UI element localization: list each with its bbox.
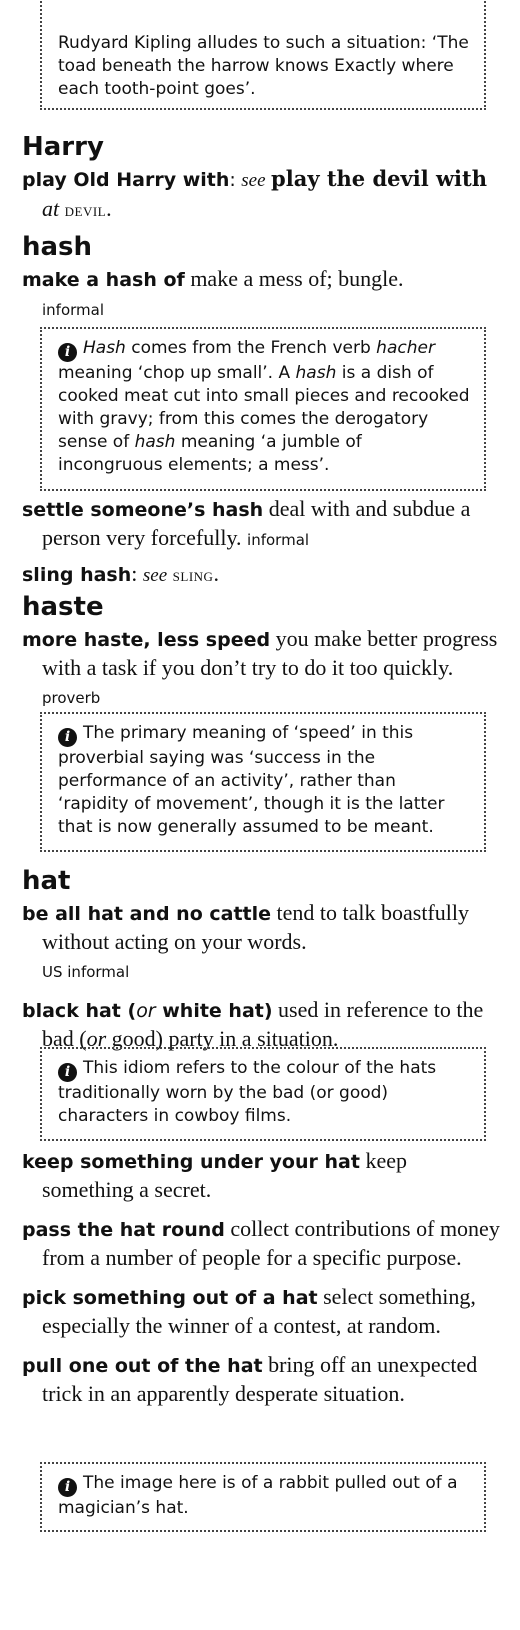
entry: more haste, less speed you make better p… [22,625,500,712]
phrase-part: white hat) [155,1000,273,1022]
usage-label: proverb [42,689,101,707]
note-hat-colour: i This idiom refers to the colour of the … [40,1047,486,1141]
or-label: or [136,1000,156,1022]
entry: pick something out of a hat select somet… [22,1283,500,1340]
entry: make a hash of make a mess of; bungle. in… [22,265,500,324]
note-text: meaning ‘chop up small’. A [58,363,296,383]
punct: . [106,196,112,221]
headword: haste [22,592,104,622]
information-icon: i [58,728,77,747]
note-italic: hash [295,363,337,383]
entry: pass the hat round collect contributions… [22,1215,500,1272]
punct: : [131,561,138,586]
note-hat-rabbit: i The image here is of a rabbit pulled ou… [40,1462,486,1532]
punct: : [229,169,236,191]
headword: hat [22,866,71,896]
note-italic: hacher [376,338,435,358]
information-icon: i [58,343,77,362]
idiom-phrase: sling hash [22,564,132,586]
usage-label: informal [247,531,310,549]
section-haste: haste more haste, less speed you make be… [22,591,500,712]
section-hat: hat be all hat and no cattle tend to tal… [22,865,500,1053]
idiom-phrase: play Old Harry with [22,169,230,191]
note-text: This idiom refers to the colour of the h… [58,1058,437,1126]
entry: play Old Harry with: see play the devil … [22,165,500,225]
section-hash: hash make a hash of make a mess of; bung… [22,231,500,324]
entry: black hat (or white hat) used in referen… [22,996,500,1053]
idiom-phrase: pick something out of a hat [22,1287,318,1309]
cross-reference: play the devil with [271,166,488,191]
idiom-phrase: settle someone’s hash [22,499,264,521]
idiom-phrase: black hat (or white hat) [22,1000,273,1022]
note-hash: i Hash comes from the French verb hacher … [40,327,486,491]
note-haste: i The primary meaning of ‘speed’ in this … [40,712,486,852]
entry: sling hash: see sling. [22,560,500,590]
idiom-phrase: be all hat and no cattle [22,903,272,925]
note-text: The primary meaning of ‘speed’ in this p… [58,723,445,837]
note-text: comes from the French verb [125,338,377,358]
information-icon: i [58,1478,77,1497]
idiom-phrase: pull one out of the hat [22,1355,263,1377]
section-hash-more: settle someone’s hash deal with and subd… [22,495,500,590]
note-text: Rudyard Kipling alludes to such a situat… [58,33,469,99]
headword: hash [22,232,93,262]
idiom-phrase: keep something under your hat [22,1151,360,1173]
see-label: see [241,170,266,191]
idiom-phrase: more haste, less speed [22,629,271,651]
phrase-part: black hat ( [22,1000,137,1022]
section-harry: Harry play Old Harry with: see play the … [22,131,500,225]
idiom-phrase: make a hash of [22,269,185,291]
cross-reference-headword: devil [64,200,107,221]
note-text: The image here is of a rabbit pulled out… [58,1473,458,1518]
idiom-phrase: pass the hat round [22,1219,225,1241]
note-italic: hash [134,432,176,452]
definition: make a mess of; bungle. [190,266,404,291]
cross-reference-headword: sling [172,565,214,586]
headword: Harry [22,132,104,162]
entry: keep something under your hat keep somet… [22,1147,500,1204]
usage-label: US informal [42,963,130,981]
note-kipling: Rudyard Kipling alludes to such a situat… [40,0,486,110]
punct: . [213,561,219,586]
entry: settle someone’s hash deal with and subd… [22,495,500,554]
at-label: at [42,196,60,221]
entry: be all hat and no cattle tend to talk bo… [22,899,500,986]
usage-label: informal [42,301,105,319]
see-label: see [142,565,168,586]
note-italic: Hash [83,338,126,358]
entry: pull one out of the hat bring off an une… [22,1351,500,1408]
section-hat-more: keep something under your hat keep somet… [22,1147,500,1408]
information-icon: i [58,1063,77,1082]
